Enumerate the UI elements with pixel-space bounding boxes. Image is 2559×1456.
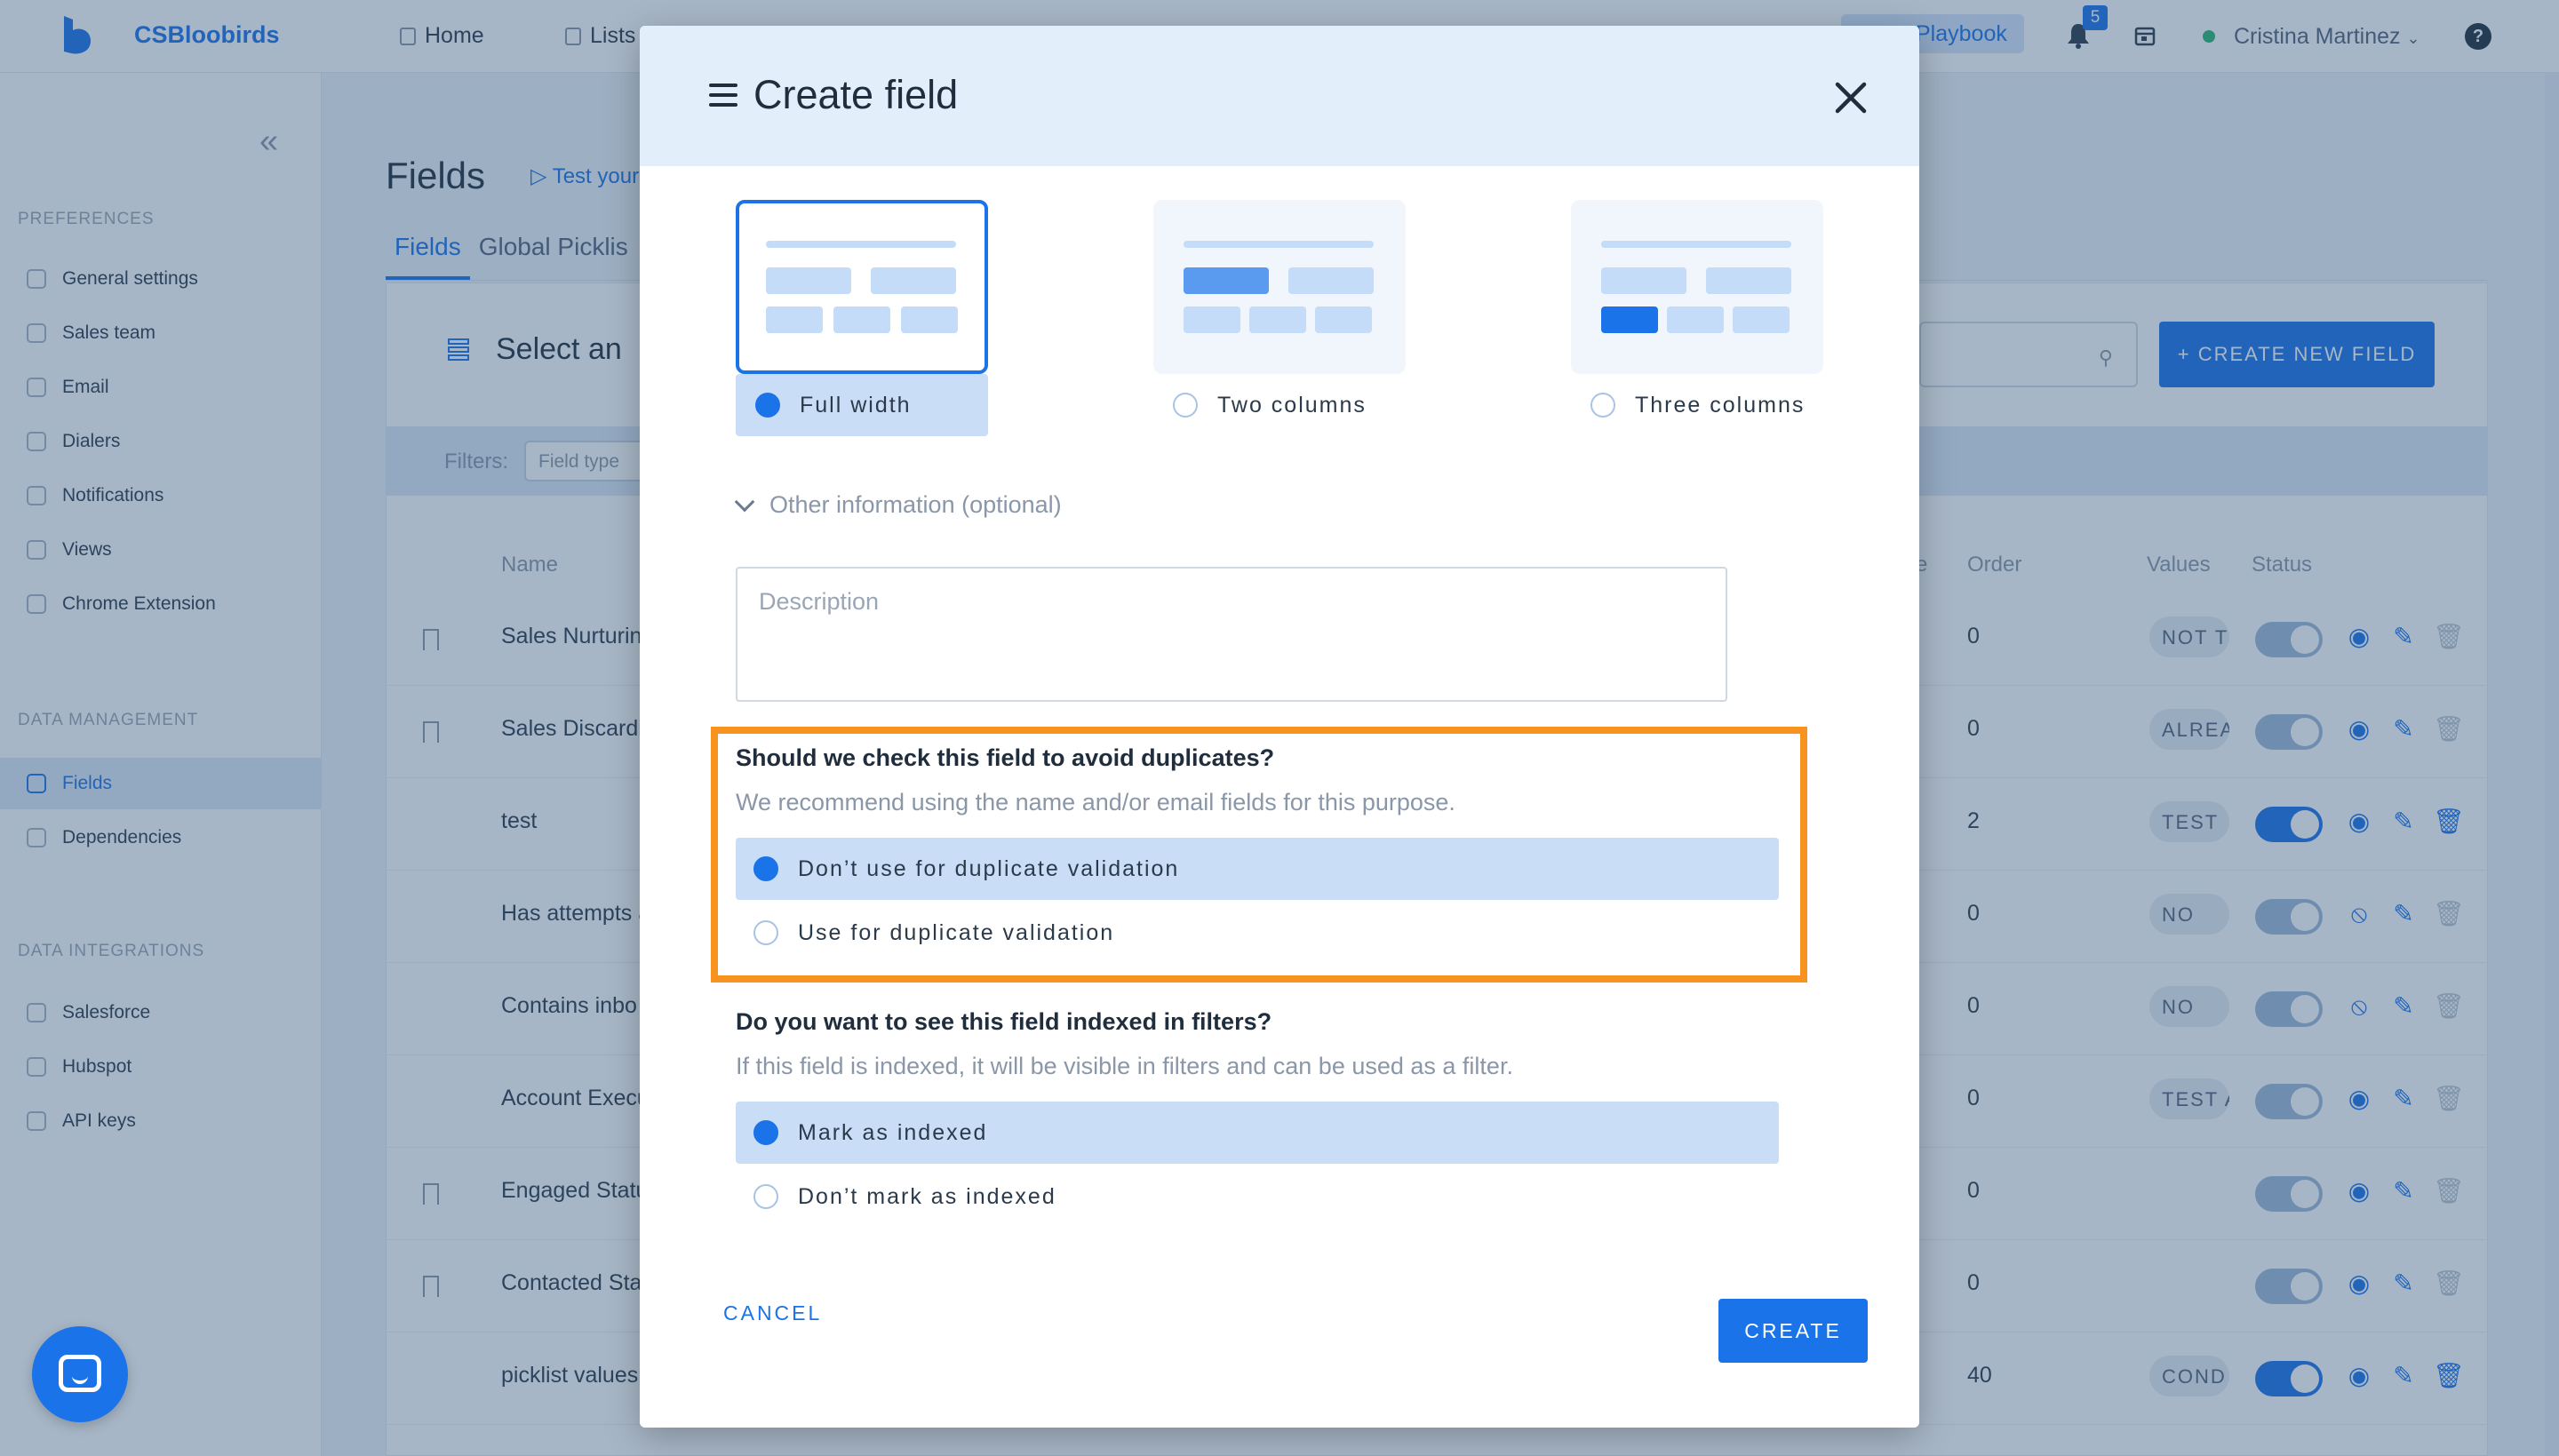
layout-option-label: Full width bbox=[800, 392, 912, 418]
chevron-down-icon bbox=[734, 491, 755, 512]
radio-use-duplicate[interactable] bbox=[753, 920, 778, 945]
create-button[interactable]: CREATE bbox=[1718, 1299, 1868, 1363]
modal-title-wrap: Create field bbox=[709, 72, 958, 118]
modal-header: Create field bbox=[640, 26, 1919, 166]
radio-dont-mark-indexed[interactable] bbox=[753, 1184, 778, 1209]
layout-option-label: Three columns bbox=[1635, 392, 1806, 418]
layout-card-full-width[interactable] bbox=[736, 200, 988, 374]
description-placeholder: Description bbox=[759, 588, 880, 615]
layout-card-two-columns[interactable] bbox=[1153, 200, 1406, 374]
layout-option-two-columns[interactable]: Two columns bbox=[1153, 374, 1420, 436]
radio-three-columns[interactable] bbox=[1590, 393, 1615, 418]
indexed-question: Do you want to see this field indexed in… bbox=[736, 1008, 1272, 1035]
radio-full-width[interactable] bbox=[755, 393, 780, 418]
indexed-hint: If this field is indexed, it will be vis… bbox=[736, 1053, 1513, 1079]
layout-option-three-columns[interactable]: Three columns bbox=[1571, 374, 1838, 436]
radio-mark-indexed[interactable] bbox=[753, 1120, 778, 1145]
radio-two-columns[interactable] bbox=[1173, 393, 1198, 418]
chat-icon bbox=[59, 1355, 101, 1392]
option-label: Don’t use for duplicate validation bbox=[798, 855, 1180, 881]
duplicates-question: Should we check this field to avoid dupl… bbox=[736, 744, 1275, 771]
other-information-toggle[interactable]: Other information (optional) bbox=[734, 491, 1062, 519]
option-use-duplicate-validation[interactable]: Use for duplicate validation bbox=[736, 902, 1779, 964]
duplicates-hint: We recommend using the name and/or email… bbox=[736, 789, 1455, 816]
option-dont-mark-as-indexed[interactable]: Don’t mark as indexed bbox=[736, 1166, 1779, 1228]
other-information-label: Other information (optional) bbox=[769, 491, 1062, 518]
option-dont-use-duplicate-validation[interactable]: Don’t use for duplicate validation bbox=[736, 838, 1779, 900]
radio-dont-use-duplicate[interactable] bbox=[753, 856, 778, 881]
modal-title: Create field bbox=[753, 72, 959, 117]
close-icon[interactable] bbox=[1830, 77, 1871, 118]
option-label: Don’t mark as indexed bbox=[798, 1183, 1056, 1209]
menu-icon bbox=[709, 84, 737, 107]
layout-card-three-columns[interactable] bbox=[1571, 200, 1823, 374]
chat-launcher[interactable] bbox=[32, 1326, 128, 1422]
option-label: Mark as indexed bbox=[798, 1119, 988, 1145]
cancel-button[interactable]: CANCEL bbox=[723, 1294, 822, 1333]
layout-option-label: Two columns bbox=[1217, 392, 1367, 418]
option-label: Use for duplicate validation bbox=[798, 919, 1115, 945]
layout-option-full-width[interactable]: Full width bbox=[736, 374, 988, 436]
create-field-modal: Create field Full width Two columns Thre… bbox=[640, 26, 1919, 1428]
description-field[interactable]: Description bbox=[736, 567, 1727, 702]
option-mark-as-indexed[interactable]: Mark as indexed bbox=[736, 1102, 1779, 1164]
